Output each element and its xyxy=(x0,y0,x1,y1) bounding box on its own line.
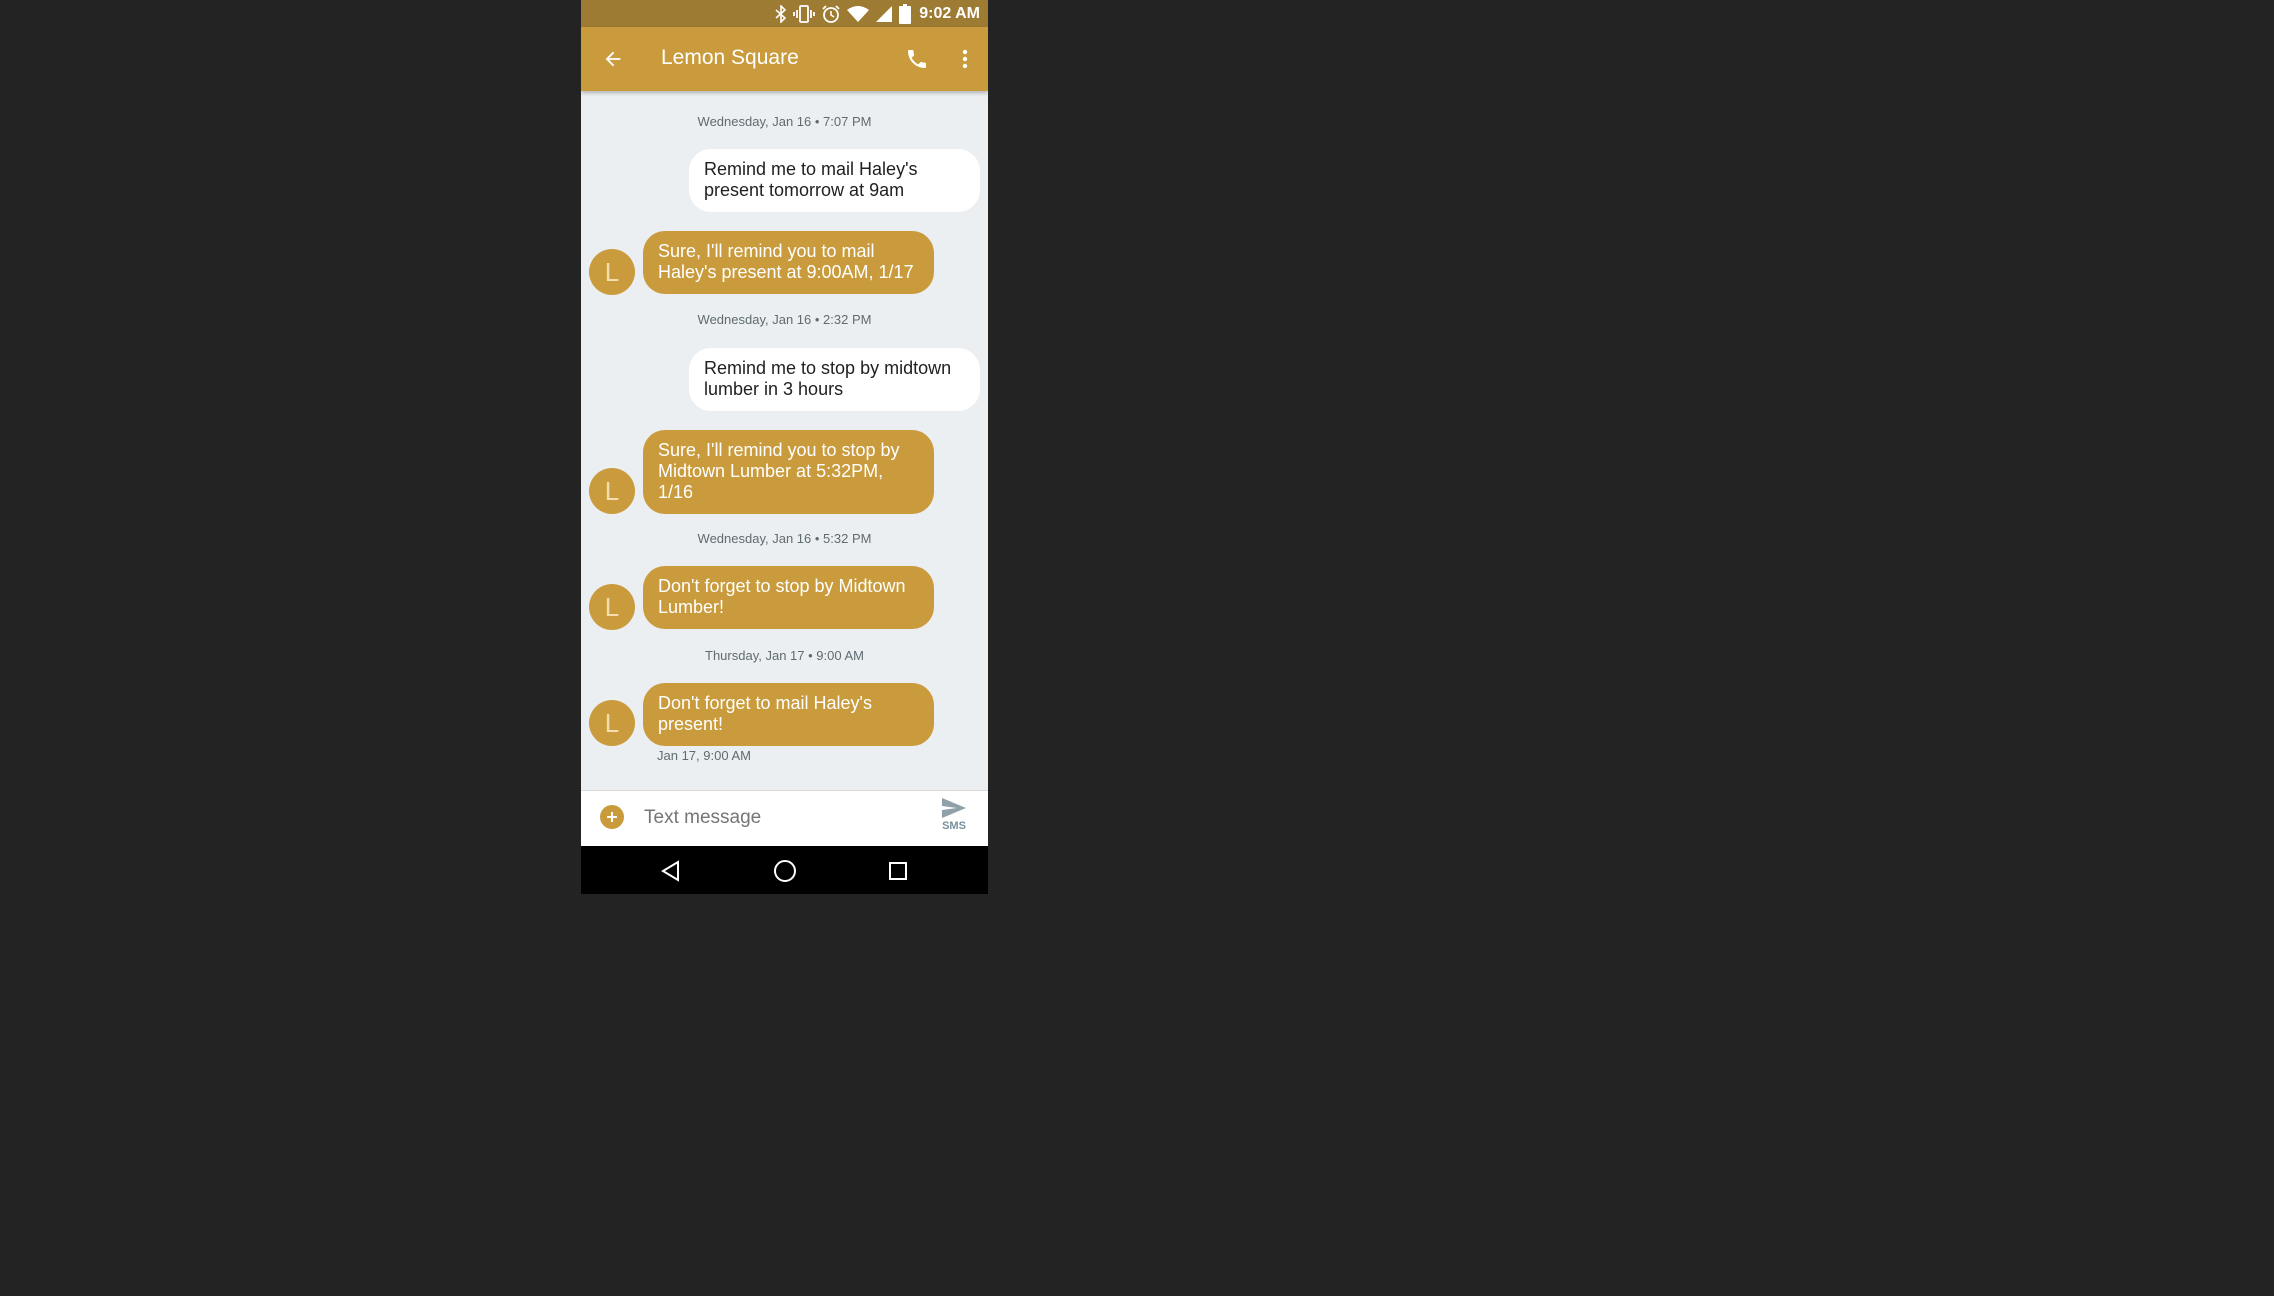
incoming-message-bubble[interactable]: Don't forget to stop by Midtown Lumber! xyxy=(643,566,934,629)
more-vert-icon[interactable] xyxy=(953,45,977,73)
message-input[interactable] xyxy=(644,807,904,829)
incoming-message-bubble[interactable]: Don't forget to mail Haley's present! xyxy=(643,683,934,746)
send-label: SMS xyxy=(942,820,966,832)
alarm-icon xyxy=(821,4,841,24)
compose-bar: SMS xyxy=(581,790,988,846)
timestamp-divider: Wednesday, Jan 16 • 5:32 PM xyxy=(697,531,872,546)
timestamp-divider: Wednesday, Jan 16 • 2:32 PM xyxy=(697,312,872,327)
wifi-icon xyxy=(847,4,870,24)
conversation-list[interactable]: Wednesday, Jan 16 • 7:07 PM Remind me to… xyxy=(581,91,988,790)
conversation-title: Lemon Square xyxy=(661,46,799,69)
incoming-message-bubble[interactable]: Sure, I'll remind you to mail Haley's pr… xyxy=(643,231,934,294)
send-button[interactable]: SMS xyxy=(936,797,972,841)
contact-avatar[interactable]: L xyxy=(589,249,635,295)
status-time: 9:02 AM xyxy=(919,4,980,22)
vibrate-icon xyxy=(793,4,816,24)
back-arrow-icon[interactable] xyxy=(599,45,627,73)
phone-icon[interactable] xyxy=(903,45,931,73)
app-bar: Lemon Square xyxy=(581,27,988,91)
outgoing-message-bubble[interactable]: Remind me to mail Haley's present tomorr… xyxy=(689,149,980,212)
battery-icon xyxy=(899,3,912,24)
contact-avatar[interactable]: L xyxy=(589,584,635,630)
bluetooth-icon xyxy=(775,4,787,24)
cell-signal-icon xyxy=(875,4,893,24)
status-bar: 9:02 AM xyxy=(581,0,988,27)
incoming-message-bubble[interactable]: Sure, I'll remind you to stop by Midtown… xyxy=(643,430,934,514)
timestamp-divider: Thursday, Jan 17 • 9:00 AM xyxy=(705,648,864,663)
add-circle-icon[interactable] xyxy=(600,805,624,829)
outgoing-message-bubble[interactable]: Remind me to stop by midtown lumber in 3… xyxy=(689,348,980,411)
contact-avatar[interactable]: L xyxy=(589,468,635,514)
recents-square-icon[interactable] xyxy=(885,858,911,884)
phone-screen: 9:02 AM Lemon Square Wednesday, Jan 16 •… xyxy=(581,0,988,894)
home-circle-icon[interactable] xyxy=(772,858,798,884)
send-icon xyxy=(942,798,966,818)
back-triangle-icon[interactable] xyxy=(658,858,684,884)
timestamp-divider: Wednesday, Jan 16 • 7:07 PM xyxy=(697,114,872,129)
system-nav-bar xyxy=(581,846,988,894)
message-time: Jan 17, 9:00 AM xyxy=(657,748,751,763)
contact-avatar[interactable]: L xyxy=(589,700,635,746)
